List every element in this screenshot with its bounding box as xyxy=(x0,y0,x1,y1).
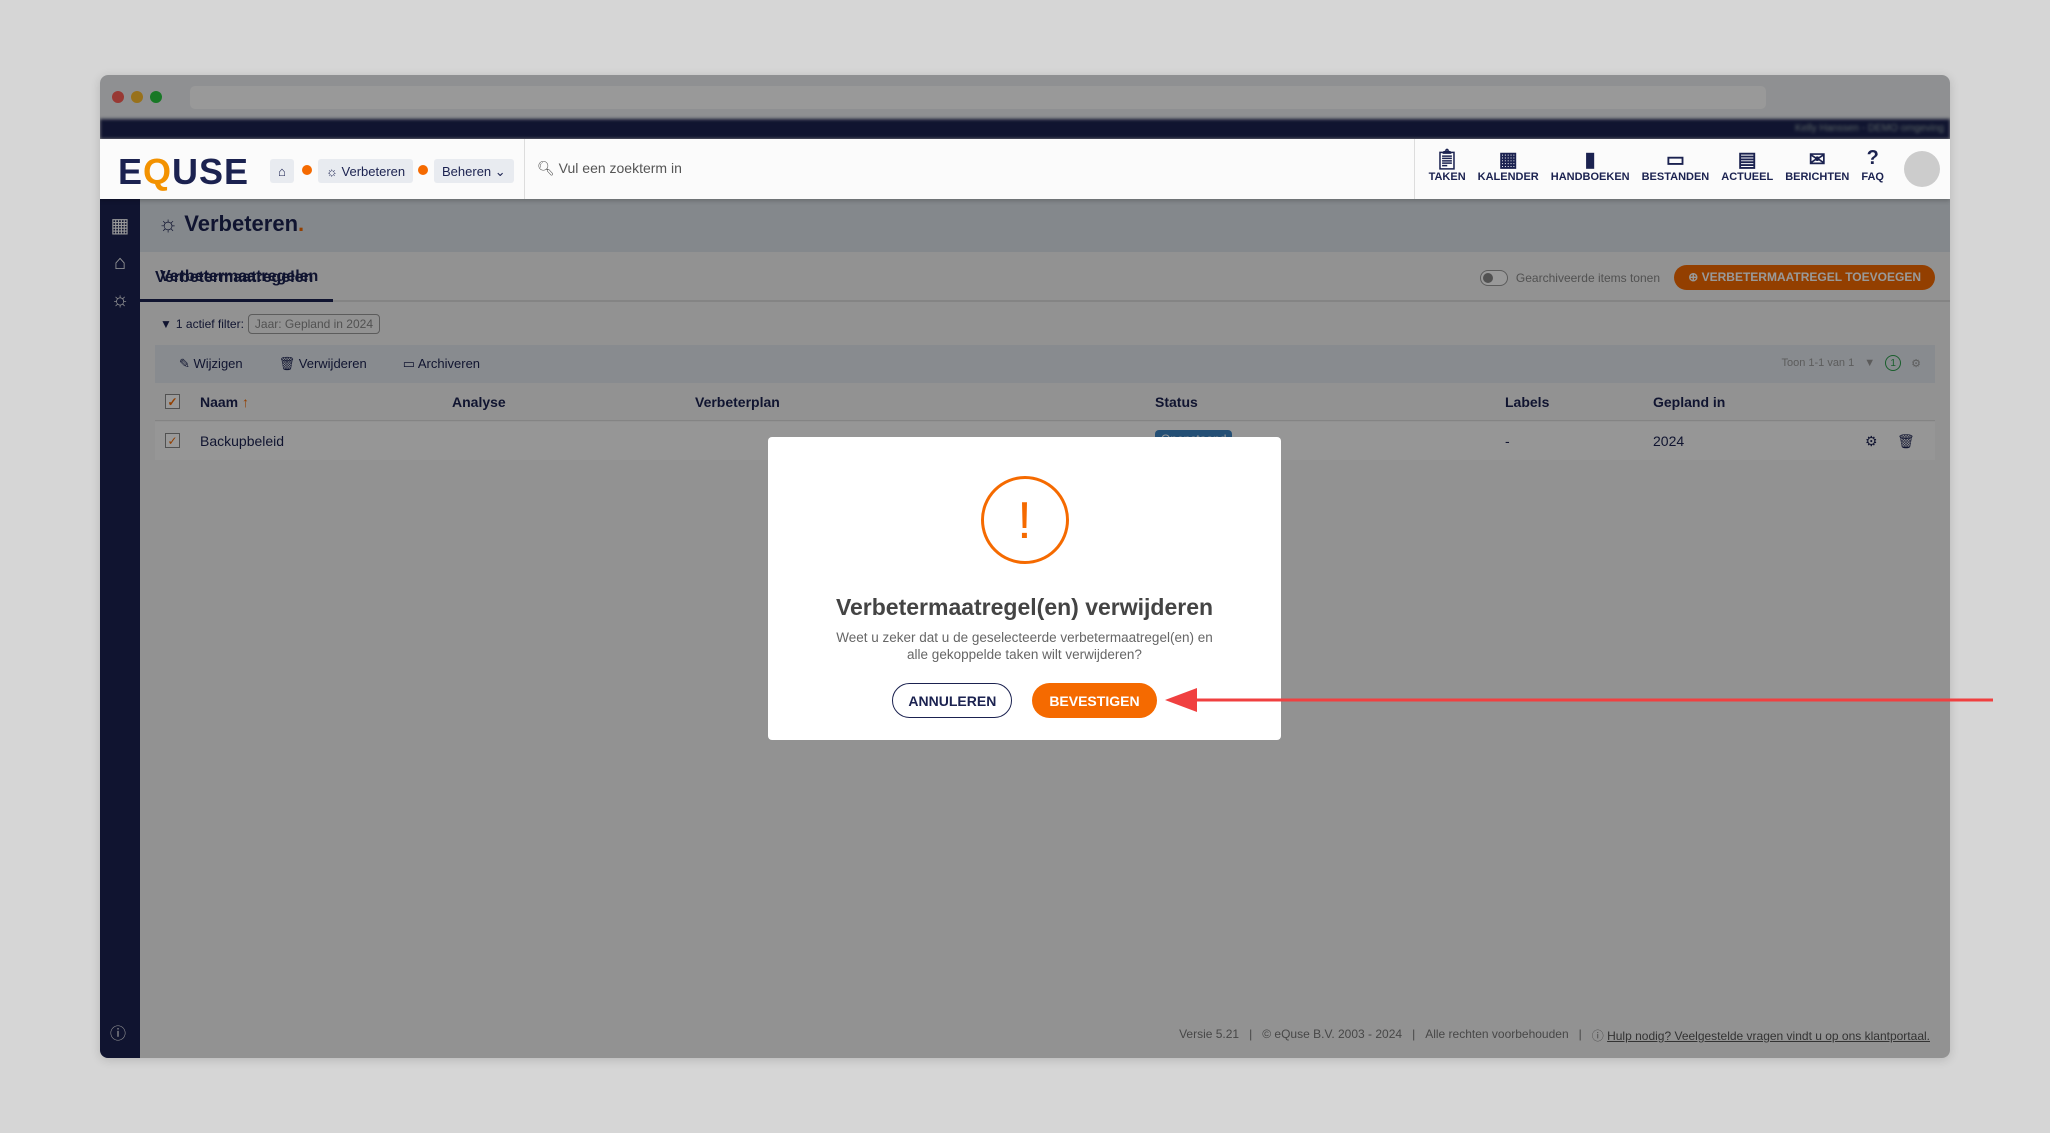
nav-label: KALENDER xyxy=(1477,171,1539,183)
nav-berichten[interactable]: ✉︎ BERICHTEN xyxy=(1779,139,1855,199)
nav-label: ACTUEEL xyxy=(1721,171,1774,183)
warning-icon: ! xyxy=(980,476,1069,564)
clipboard-icon: 📋︎ xyxy=(1434,149,1460,171)
breadcrumb-label: Verbeteren xyxy=(341,164,406,179)
nav-bestanden[interactable]: ▭ BESTANDEN xyxy=(1636,139,1716,199)
nav-actueel[interactable]: ▤ ACTUEEL xyxy=(1715,139,1779,199)
archive-icon: ▭ xyxy=(1665,149,1685,171)
home-icon[interactable]: ⌂ xyxy=(270,159,294,183)
breadcrumb-beheren-dropdown[interactable]: Beheren ⌄ xyxy=(434,159,514,183)
nav-label: HANDBOEKEN xyxy=(1550,171,1630,183)
top-nav: 📋︎ TAKEN ▦ KALENDER ▮ HANDBOEKEN ▭ BESTANDEN ▤ AC… xyxy=(1413,139,1890,199)
nav-kalender[interactable]: ▦ KALENDER xyxy=(1472,139,1545,199)
calendar-icon: ▦ xyxy=(1498,149,1518,171)
breadcrumb-label: Beheren xyxy=(442,164,492,179)
annotation-arrow-icon xyxy=(1165,688,1993,712)
chat-icon: ✉︎ xyxy=(1808,149,1826,171)
breadcrumb-verbeteren[interactable]: ☼ Verbeteren xyxy=(318,159,414,183)
app-header: EQUSE ⌂ ☼ Verbeteren Beheren ⌄ 🔍︎ Vul ee… xyxy=(100,139,1950,199)
newspaper-icon: ▤ xyxy=(1737,149,1757,171)
nav-label: TAKEN xyxy=(1428,171,1466,183)
breadcrumb-separator-icon xyxy=(418,165,428,175)
confirm-button[interactable]: BEVESTIGEN xyxy=(1032,683,1157,718)
search-input[interactable]: 🔍︎ Vul een zoekterm in xyxy=(524,139,694,199)
dialog-title: Verbetermaatregel(en) verwijderen xyxy=(835,594,1214,620)
nav-taken[interactable]: 📋︎ TAKEN xyxy=(1423,139,1472,199)
nav-faq[interactable]: ? FAQ xyxy=(1855,139,1890,199)
logo[interactable]: EQUSE xyxy=(118,151,249,193)
dialog-message: Weet u zeker dat u de geselecteerde verb… xyxy=(836,630,1213,662)
nav-handboeken[interactable]: ▮ HANDBOEKEN xyxy=(1545,139,1636,199)
nav-label: FAQ xyxy=(1861,171,1884,183)
nav-label: BERICHTEN xyxy=(1785,171,1850,183)
nav-label: BESTANDEN xyxy=(1641,171,1710,183)
avatar[interactable] xyxy=(1904,151,1940,187)
book-icon: ▮ xyxy=(1584,149,1596,171)
breadcrumb-separator-icon xyxy=(302,165,312,175)
search-icon: 🔍︎ xyxy=(537,160,555,176)
cancel-button[interactable]: ANNULEREN xyxy=(892,683,1013,718)
search-placeholder: Vul een zoekterm in xyxy=(558,160,682,176)
question-icon: ? xyxy=(1866,147,1879,169)
